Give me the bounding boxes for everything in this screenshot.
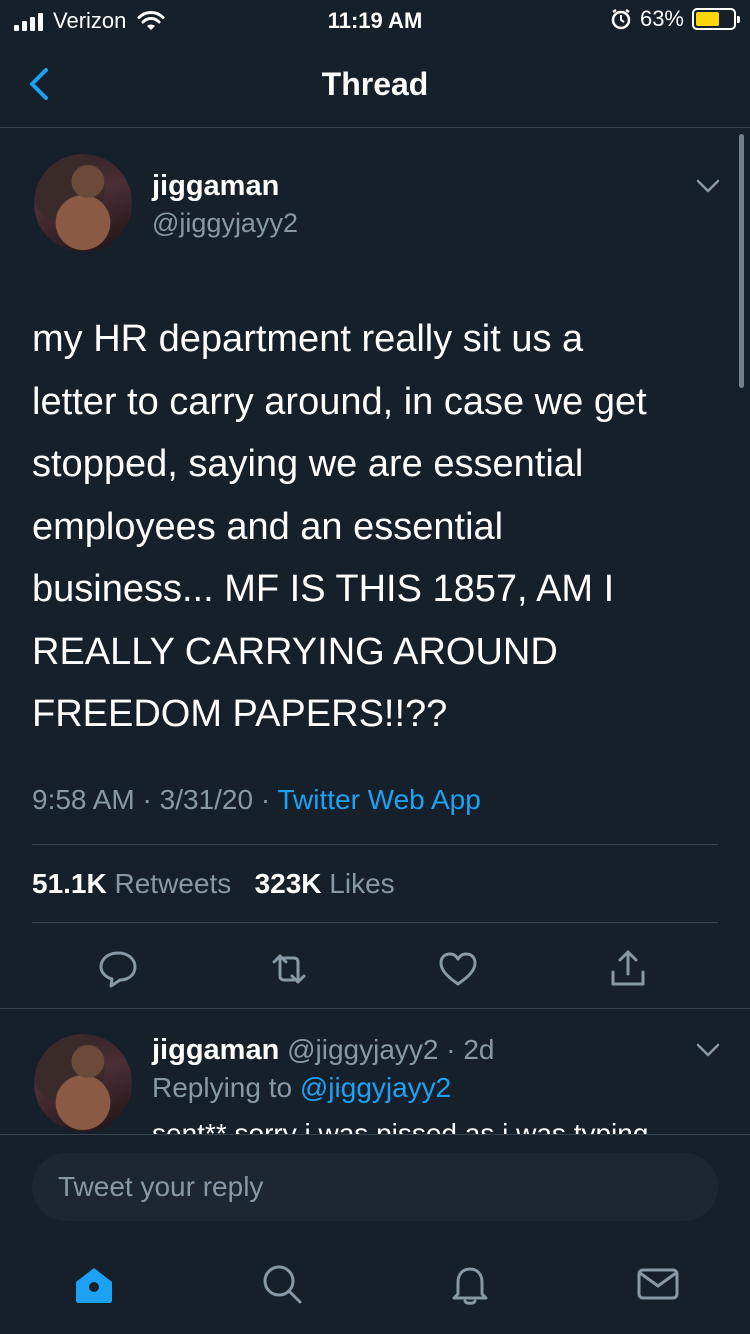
share-icon[interactable]: [605, 946, 651, 992]
reply-icon[interactable]: [95, 946, 141, 992]
status-bar: Verizon 11:19 AM 63%: [0, 0, 750, 42]
avatar[interactable]: [34, 1034, 132, 1132]
battery-icon: [692, 8, 740, 30]
reply-tweet[interactable]: jiggaman @jiggyjayy2 · 2d Replying to @j…: [0, 1010, 750, 1134]
meta-separator: ·: [446, 1034, 464, 1065]
meta-separator: ·: [142, 784, 160, 815]
section-divider: [0, 1008, 750, 1009]
chevron-down-icon[interactable]: [694, 1040, 722, 1060]
reply-header: jiggaman @jiggyjayy2 · 2d: [152, 1034, 495, 1067]
messages-icon[interactable]: [634, 1260, 682, 1308]
likes-count: 323K: [254, 868, 322, 899]
avatar[interactable]: [34, 154, 132, 252]
status-right: 63%: [610, 6, 740, 32]
battery-percent: 63%: [639, 6, 684, 31]
reply-display-name[interactable]: jiggaman: [152, 1034, 279, 1066]
scroll-indicator[interactable]: [739, 134, 744, 388]
retweets-stat[interactable]: 51.1K Retweets: [32, 868, 231, 899]
meta-separator: ·: [260, 784, 278, 815]
tweet-source-link[interactable]: Twitter Web App: [277, 784, 480, 815]
alarm-icon: [611, 8, 631, 30]
nav-bar: Thread: [0, 42, 750, 128]
user-handle[interactable]: @jiggyjayy2: [152, 208, 298, 239]
reply-handle[interactable]: @jiggyjayy2: [287, 1034, 438, 1065]
reply-age: 2d: [463, 1034, 495, 1065]
notifications-icon[interactable]: [446, 1260, 494, 1308]
likes-stat[interactable]: 323K Likes: [255, 868, 395, 899]
tab-bar: [0, 1232, 750, 1334]
divider: [32, 922, 718, 923]
replying-to-link[interactable]: @jiggyjayy2: [300, 1072, 451, 1103]
replying-prefix: Replying to: [152, 1072, 293, 1103]
page-title: Thread: [321, 66, 429, 102]
retweets-count: 51.1K: [32, 868, 107, 899]
retweets-label: Retweets: [114, 868, 232, 899]
tweet-text: my HR department really sit us a letter …: [32, 318, 647, 735]
reply-composer: [0, 1134, 750, 1232]
tweet-date: 3/31/20: [159, 784, 254, 815]
battery-fill: [696, 12, 719, 26]
reply-text: sent** sorry i was pissed as i was typin…: [152, 1118, 649, 1134]
divider: [32, 844, 718, 845]
like-icon[interactable]: [435, 946, 481, 992]
search-icon[interactable]: [258, 1260, 306, 1308]
display-name[interactable]: jiggaman: [152, 170, 279, 203]
tweet-time: 9:58 AM: [32, 784, 135, 815]
replying-to: Replying to @jiggyjayy2: [152, 1072, 451, 1104]
home-icon[interactable]: [70, 1260, 118, 1308]
reply-input[interactable]: [32, 1153, 718, 1221]
tweet-meta: 9:58 AM · 3/31/20 · Twitter Web App: [32, 784, 481, 816]
chevron-down-icon[interactable]: [694, 176, 722, 196]
retweet-icon[interactable]: [266, 946, 312, 992]
tweet-actions: [0, 940, 750, 1004]
likes-label: Likes: [329, 868, 395, 899]
tweet-stats: 51.1K Retweets 323K Likes: [32, 868, 395, 900]
